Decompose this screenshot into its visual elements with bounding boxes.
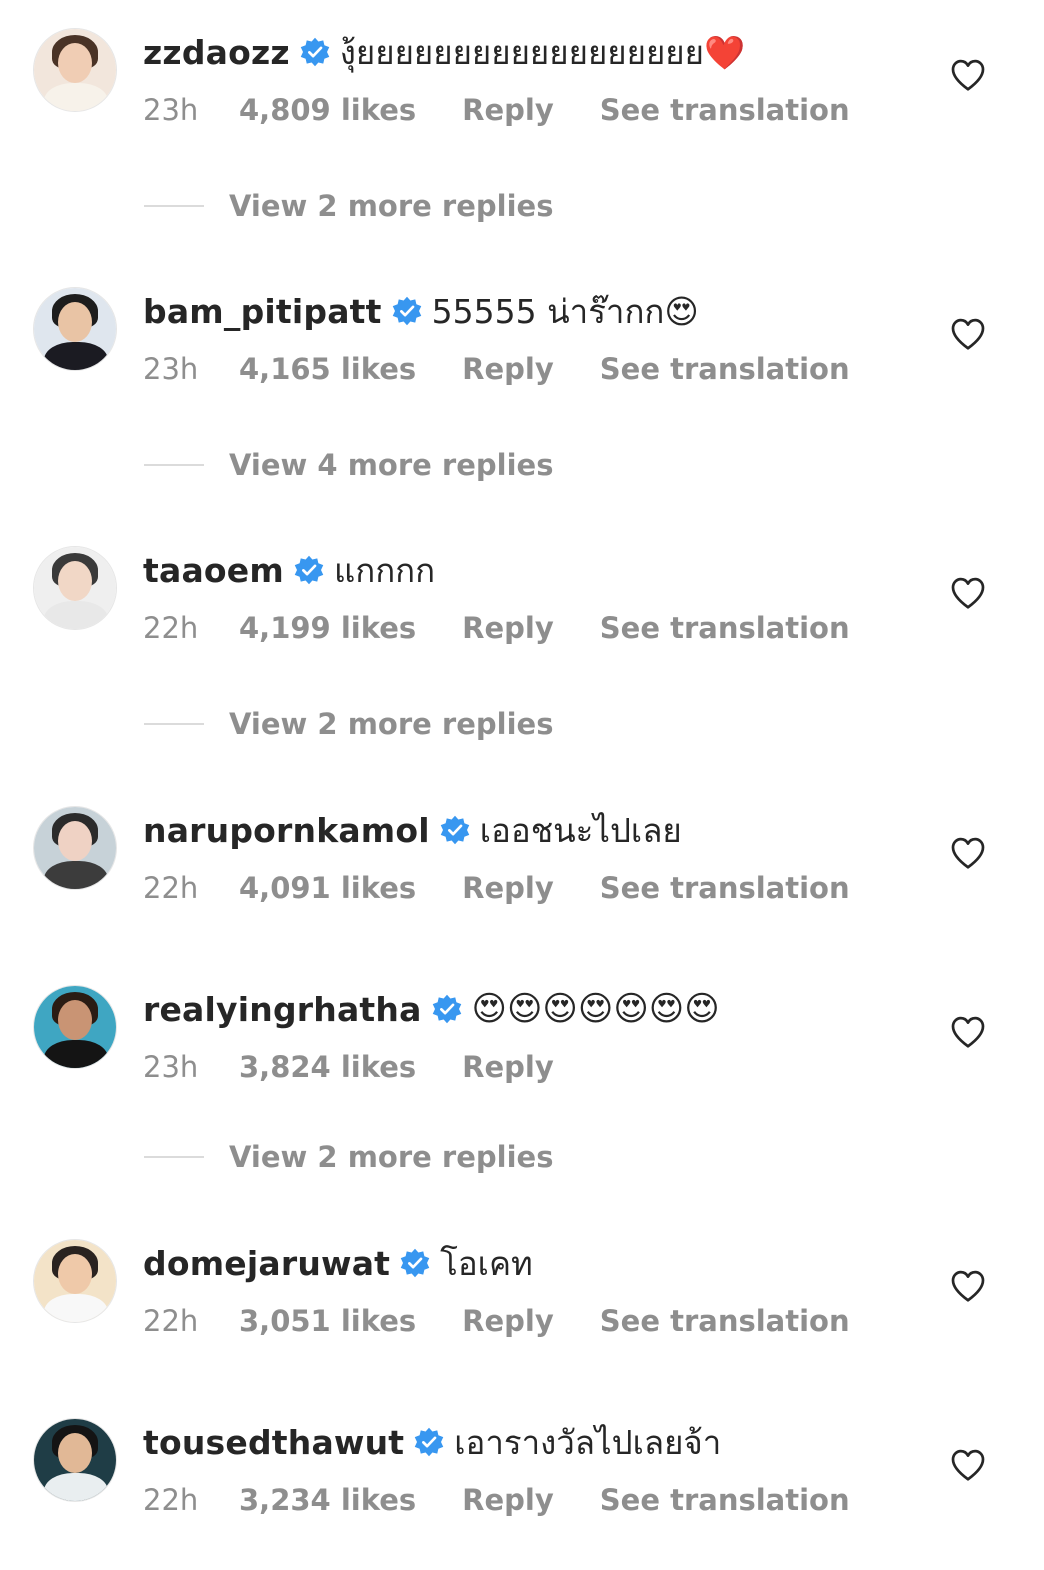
view-more-replies-button[interactable]: View 2 more replies [144, 704, 553, 744]
timestamp: 22h [143, 1304, 199, 1338]
comment-text: แกกกก [333, 550, 436, 590]
comment-text: เอารางวัลไปเลยจ้า [454, 1422, 722, 1462]
reply-button[interactable]: Reply [462, 611, 554, 645]
reply-button[interactable]: Reply [462, 1050, 554, 1084]
comment-item: taaoem แกกกก 22h 4,199 likes Reply See t… [0, 546, 1044, 666]
comment-text: งุ้ยยยยยยยยยยยยยยยยยย❤️ [339, 32, 746, 72]
username[interactable]: taaoem [143, 551, 284, 590]
likes-count[interactable]: 3,234 likes [239, 1483, 416, 1517]
heart-icon[interactable] [950, 58, 986, 92]
comment-item: bam_pitipatt 55555 น่าร๊ากก😍 23h 4,165 l… [0, 287, 1044, 407]
see-translation-button[interactable]: See translation [600, 611, 850, 645]
view-more-replies-label[interactable]: View 2 more replies [229, 707, 553, 741]
heart-icon[interactable] [950, 1015, 986, 1049]
verified-badge-icon [415, 1427, 444, 1457]
username[interactable]: tousedthawut [143, 1423, 404, 1462]
comment-text: โอเคท [440, 1243, 533, 1283]
verified-badge-icon [440, 815, 470, 845]
reply-button[interactable]: Reply [462, 93, 554, 127]
see-translation-button[interactable]: See translation [600, 1483, 850, 1517]
comment-text: 😍😍😍😍😍😍😍 [471, 989, 720, 1029]
likes-count[interactable]: 3,824 likes [239, 1050, 416, 1084]
view-more-replies-button[interactable]: View 2 more replies [144, 186, 553, 226]
avatar[interactable] [33, 28, 117, 112]
verified-badge-icon [300, 37, 330, 67]
likes-count[interactable]: 4,199 likes [239, 611, 416, 645]
likes-count[interactable]: 4,091 likes [239, 871, 416, 905]
see-translation-button[interactable]: See translation [600, 93, 850, 127]
reply-button[interactable]: Reply [462, 352, 554, 386]
heart-icon[interactable] [950, 836, 986, 870]
username[interactable]: bam_pitipatt [143, 292, 382, 331]
view-more-replies-label[interactable]: View 4 more replies [229, 448, 553, 482]
verified-badge-icon [432, 994, 461, 1024]
timestamp: 23h [143, 1050, 199, 1084]
timestamp: 22h [143, 611, 199, 645]
username[interactable]: zzdaozz [143, 33, 290, 72]
comment-text: เออชนะไปเลย [479, 810, 682, 850]
view-more-replies-label[interactable]: View 2 more replies [229, 189, 553, 223]
comment-text: 55555 น่าร๊ากก😍 [431, 291, 699, 331]
view-more-replies-label[interactable]: View 2 more replies [229, 1140, 553, 1174]
likes-count[interactable]: 4,809 likes [239, 93, 416, 127]
timestamp: 22h [143, 871, 199, 905]
view-more-replies-button[interactable]: View 2 more replies [144, 1137, 553, 1177]
avatar[interactable] [33, 806, 117, 890]
comment-item: realyingrhatha 😍😍😍😍😍😍😍 23h 3,824 likes R… [0, 985, 1044, 1105]
verified-badge-icon [400, 1248, 430, 1278]
comment-item: tousedthawut เอารางวัลไปเลยจ้า 22h 3,234… [0, 1418, 1044, 1538]
reply-divider [144, 1156, 204, 1158]
avatar[interactable] [33, 1239, 117, 1323]
username[interactable]: domejaruwat [143, 1244, 390, 1283]
reply-button[interactable]: Reply [462, 1304, 554, 1338]
likes-count[interactable]: 3,051 likes [239, 1304, 416, 1338]
see-translation-button[interactable]: See translation [600, 871, 850, 905]
verified-badge-icon [294, 555, 324, 585]
avatar[interactable] [33, 985, 117, 1069]
timestamp: 23h [143, 93, 199, 127]
heart-icon[interactable] [950, 1269, 986, 1303]
comment-item: zzdaozz งุ้ยยยยยยยยยยยยยยยยยย❤️ 23h 4,80… [0, 28, 1044, 148]
avatar[interactable] [33, 546, 117, 630]
comment-item: domejaruwat โอเคท 22h 3,051 likes Reply … [0, 1239, 1044, 1359]
username[interactable]: narupornkamol [143, 811, 430, 850]
verified-badge-icon [392, 296, 421, 326]
likes-count[interactable]: 4,165 likes [239, 352, 416, 386]
reply-divider [144, 205, 204, 207]
comment-item: narupornkamol เออชนะไปเลย 22h 4,091 like… [0, 806, 1044, 926]
username[interactable]: realyingrhatha [143, 990, 422, 1029]
view-more-replies-button[interactable]: View 4 more replies [144, 445, 553, 485]
reply-button[interactable]: Reply [462, 871, 554, 905]
timestamp: 22h [143, 1483, 199, 1517]
avatar[interactable] [33, 1418, 117, 1502]
avatar[interactable] [33, 287, 117, 371]
reply-divider [144, 464, 204, 466]
timestamp: 23h [143, 352, 199, 386]
reply-divider [144, 723, 204, 725]
reply-button[interactable]: Reply [462, 1483, 554, 1517]
heart-icon[interactable] [950, 576, 986, 610]
heart-icon[interactable] [950, 1448, 986, 1482]
see-translation-button[interactable]: See translation [600, 352, 850, 386]
see-translation-button[interactable]: See translation [600, 1304, 850, 1338]
heart-icon[interactable] [950, 317, 986, 351]
